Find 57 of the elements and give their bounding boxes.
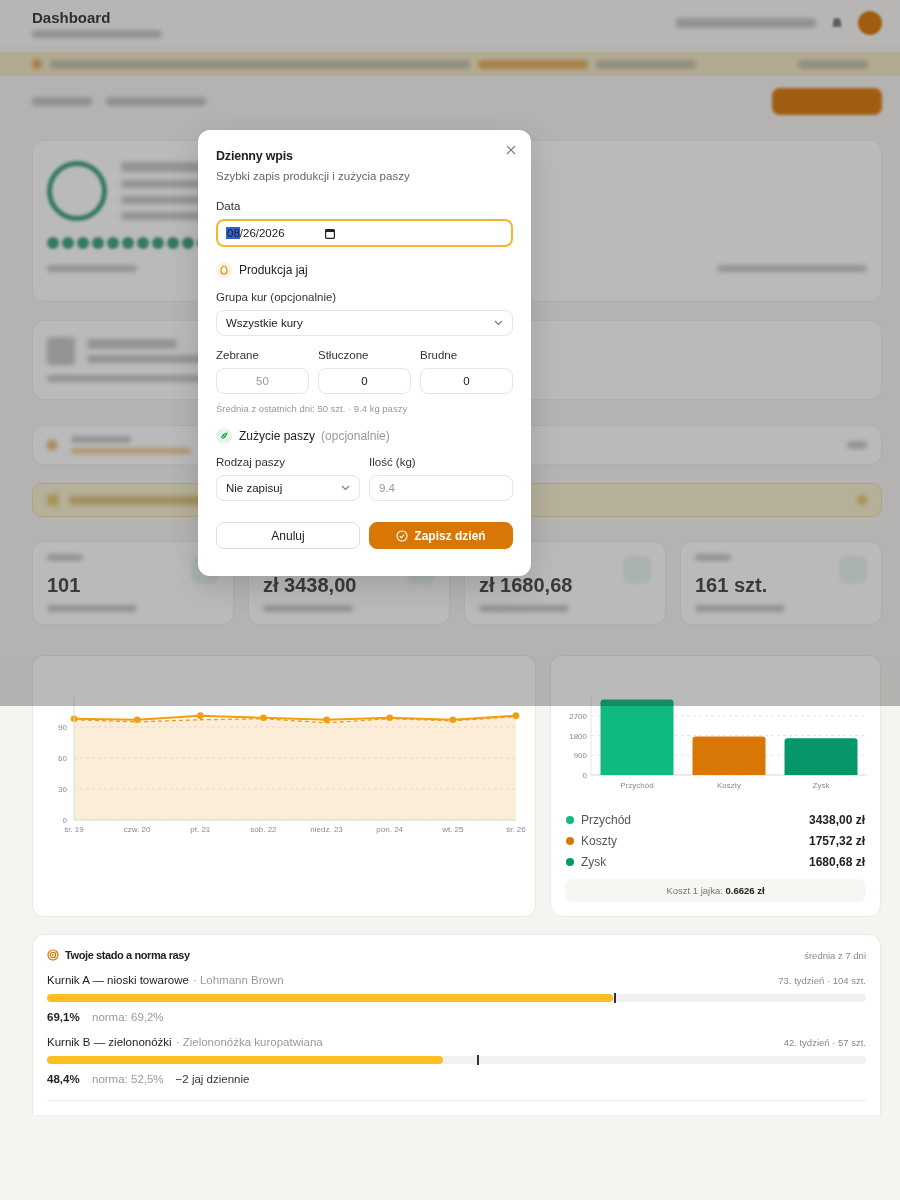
page-title: Dashboard <box>32 8 112 26</box>
axis-label: Zysk <box>812 781 830 790</box>
axis-label: wt. 25 <box>442 825 464 834</box>
axis-label: śr. 19 <box>64 825 84 834</box>
axis-label: niedz. 23 <box>310 825 343 834</box>
dialog-title: Dzienny wpis <box>216 149 293 163</box>
legend-label: Zysk <box>581 855 607 869</box>
axis-label: Koszty <box>717 781 741 790</box>
dialog-subtitle: Szybki zapis produkcji i zużycia paszy <box>216 170 411 182</box>
field-label: Brudne <box>420 349 459 361</box>
norm-label: norma: 52,5% <box>92 1073 164 1085</box>
field-label: Grupa kur (opcjonalnie) <box>216 291 338 303</box>
legend-value: 1680,68 zł <box>808 855 865 869</box>
stat-value: zł 3438,00 <box>263 575 357 595</box>
laying-rate: 69,1% <box>47 1011 80 1023</box>
flock-meta: 73. tydzień · 104 szt. <box>778 975 866 986</box>
section-title: Zużycie paszy <box>239 429 316 443</box>
axis-label: sob. 22 <box>250 825 277 834</box>
laying-rate: 48,4% <box>47 1073 80 1085</box>
breed-name: · Zielononóżka kuropatwiana <box>175 1036 323 1048</box>
axis-label: czw. 20 <box>123 825 151 834</box>
legend-value: 1757,32 zł <box>808 834 865 848</box>
flock-name: Kurnik B — zielononóżki <box>47 1036 172 1048</box>
optional-note: (opcjonalnie) <box>321 429 390 443</box>
axis-label: 30 <box>58 785 67 794</box>
legend-value: 3438,00 zł <box>808 813 865 827</box>
axis-label: Przychód <box>620 781 654 790</box>
cost-per-egg-note: Koszt 1 jajka: 0.6626 zł <box>565 879 866 902</box>
stat-value: 101 <box>47 575 81 595</box>
field-label: Zebrane <box>216 349 260 361</box>
axis-label: 900 <box>573 751 587 761</box>
axis-label: pt. 21 <box>190 825 211 834</box>
field-label: Data <box>216 200 242 212</box>
section-title: Produkcja jaj <box>239 263 308 277</box>
legend-label: Przychód <box>581 813 632 827</box>
deficit-label: −2 jaj dziennie <box>175 1073 250 1085</box>
axis-label: 90 <box>58 723 67 732</box>
axis-label: 60 <box>58 754 67 763</box>
norm-label: norma: 69,2% <box>92 1011 164 1023</box>
axis-label: 1800 <box>569 731 587 741</box>
flock-name: Kurnik A — nioski towarowe <box>47 974 189 986</box>
section-title: Twoje stado a norma rasy <box>65 949 190 961</box>
axis-label: 0 <box>582 771 587 780</box>
field-label: Ilość (kg) <box>369 456 417 468</box>
stat-value: zł 1680,68 <box>479 575 573 595</box>
axis-label: pon. 24 <box>376 825 404 834</box>
field-label: Rodzaj paszy <box>216 456 287 468</box>
axis-label: 2700 <box>569 711 587 721</box>
hint-text: Średnia z ostatnich dni: 50 szt. · 9.4 kg paszy <box>216 403 409 414</box>
field-label: Stłuczone <box>318 349 370 361</box>
flock-meta: 42. tydzień · 57 szt. <box>783 1037 866 1048</box>
stat-value: 161 szt. <box>695 575 768 595</box>
period-label: średnia z 7 dni <box>804 949 866 961</box>
breed-name: · Lohmann Brown <box>192 974 284 986</box>
axis-label: śr. 26 <box>506 825 526 834</box>
axis-label: 0 <box>62 816 67 825</box>
legend-label: Koszty <box>581 834 617 848</box>
